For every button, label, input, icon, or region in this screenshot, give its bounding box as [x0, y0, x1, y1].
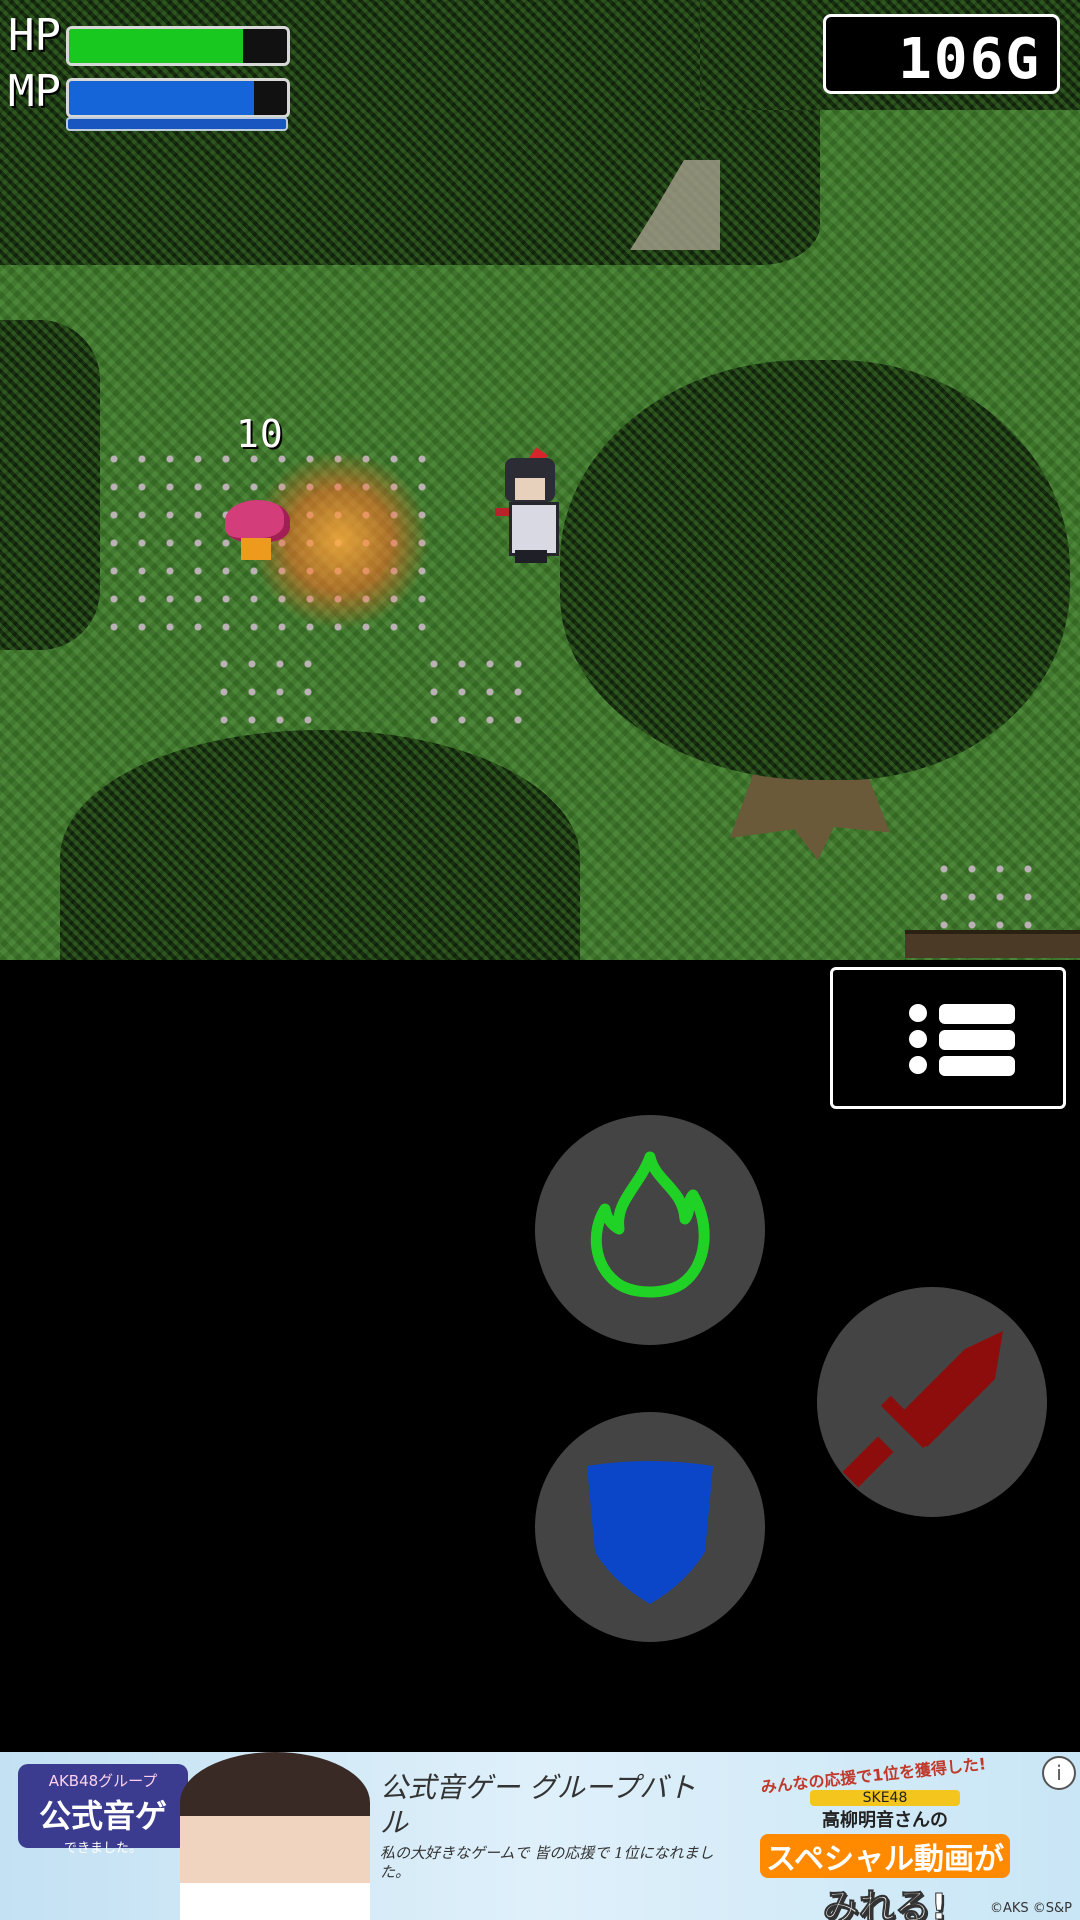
mushroom-stem — [241, 538, 271, 560]
player-face — [515, 478, 545, 500]
ad-logo-sub: できました。 — [63, 1841, 142, 1856]
attack-button[interactable] — [817, 1287, 1047, 1517]
ad-copyright: ©AKS ©S&P — [989, 1901, 1072, 1916]
ad-script-line1: 公式音ゲー グループバトル — [380, 1771, 697, 1839]
defend-button[interactable] — [535, 1412, 765, 1642]
ad-logo-title: 公式音ゲ — [38, 1797, 167, 1835]
ad-headline: スペシャル動画が — [760, 1834, 1010, 1878]
flame-icon — [590, 1151, 710, 1298]
gold-counter: 106G — [823, 14, 1060, 94]
flower-patch — [210, 650, 320, 740]
shield-icon — [587, 1461, 713, 1604]
hp-bar-fill — [69, 29, 244, 63]
ad-logo-group: AKB48グループ — [48, 1772, 158, 1790]
bush-bottom — [60, 730, 580, 960]
damage-number: 10 — [236, 412, 284, 456]
ad-logo: AKB48グループ 公式音ゲ できました。 — [18, 1764, 188, 1856]
gold-amount: 106G — [898, 27, 1041, 92]
mushroom-monster[interactable] — [225, 500, 290, 560]
fire-magic-button[interactable] — [535, 1115, 765, 1345]
ad-script-line2: 私の大好きなゲームで 皆の応援で 1位になれました。 — [380, 1844, 714, 1881]
player-armor — [509, 502, 559, 556]
mp-bar — [66, 78, 290, 118]
ad-member-name: 高柳明音さんの — [822, 1810, 948, 1831]
ad-cta: みれる! — [822, 1887, 948, 1920]
large-tree — [560, 360, 1070, 780]
ad-banner[interactable]: AKB48グループ 公式音ゲ できました。 公式音ゲー グループバトル 私の大好… — [0, 1752, 1080, 1920]
mushroom-cap — [225, 500, 290, 542]
ad-promo-badge: SKE48 高柳明音さんの スペシャル動画が みれる! — [760, 1790, 1010, 1920]
ad-handwritten-message: 公式音ゲー グループバトル 私の大好きなゲームで 皆の応援で 1位になれました。 — [380, 1770, 720, 1882]
flower-patch — [420, 650, 530, 740]
mp-label: MP — [8, 66, 61, 117]
menu-button[interactable] — [830, 967, 1066, 1109]
wooden-fence — [905, 930, 1080, 958]
hp-label: HP — [8, 10, 61, 61]
mp-sub-bar — [66, 117, 288, 131]
player-character — [495, 447, 565, 563]
player-legs — [515, 550, 547, 563]
info-icon[interactable]: i — [1042, 1756, 1076, 1790]
sword-icon — [842, 1331, 1003, 1488]
game-viewport[interactable]: 10 HP MP 106G — [0, 0, 1080, 960]
hp-bar — [66, 26, 290, 66]
forest-canopy-left — [0, 320, 100, 650]
mp-bar-fill — [69, 81, 255, 115]
ad-group-name: SKE48 — [810, 1790, 960, 1806]
ad-person-photo — [180, 1752, 370, 1920]
